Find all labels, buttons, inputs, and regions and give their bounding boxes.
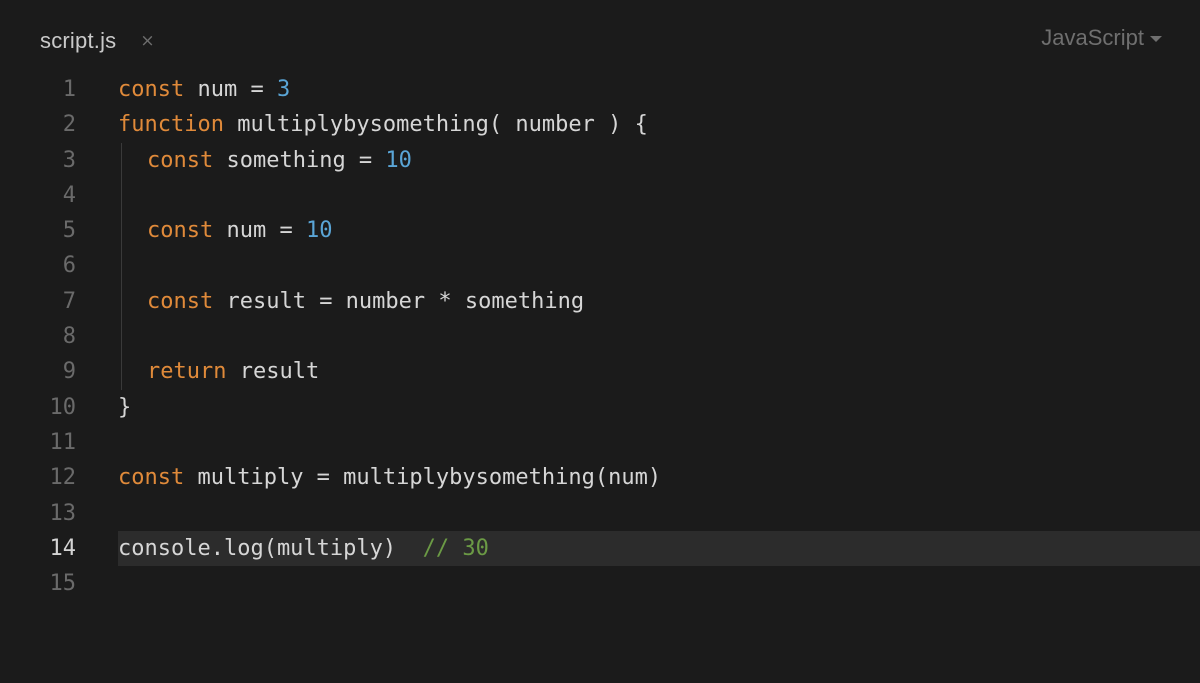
line-number: 8 (62, 324, 76, 350)
code-line[interactable]: 5 const num = 10 (0, 213, 1200, 249)
code-token: multiply = multiplybysomething(num) (184, 465, 662, 491)
code-line[interactable]: 12 const multiply = multiplybysomething(n… (0, 460, 1200, 495)
code-text[interactable] (147, 248, 1200, 283)
code-text[interactable] (118, 566, 1200, 601)
code-token: result (226, 359, 320, 385)
code-text[interactable]: const num = 10 (147, 213, 1200, 248)
code-line[interactable]: 6 (0, 248, 1200, 284)
code-token: 10 (305, 218, 333, 244)
line-number: 11 (49, 429, 77, 455)
code-token: const (147, 218, 214, 244)
code-text[interactable]: } (118, 390, 1200, 425)
code-line[interactable]: 15 (0, 566, 1200, 601)
code-text[interactable] (147, 319, 1200, 354)
close-icon[interactable]: × (140, 32, 154, 50)
code-line[interactable]: 4 (0, 177, 1200, 214)
code-area[interactable]: 1 const num = 3 2 function multiplybysometh… (0, 72, 1200, 632)
code-token: const (147, 288, 214, 314)
code-token: const (118, 465, 185, 491)
code-token: num = (213, 218, 306, 244)
language-selector[interactable]: JavaScript (1041, 22, 1162, 54)
line-number: 5 (62, 218, 76, 244)
code-line[interactable]: 10} (0, 390, 1200, 425)
tab-title: script.js (40, 28, 117, 53)
language-label: JavaScript (1041, 25, 1144, 50)
tab-script-js[interactable]: script.js × (40, 24, 155, 58)
indent-guide (121, 142, 122, 178)
code-line[interactable]: 3 const something = 10 (0, 142, 1200, 178)
line-number: 15 (49, 571, 77, 597)
code-line[interactable]: 13 (0, 496, 1200, 531)
code-line[interactable]: 2 function multiplybysomething( number ) … (0, 107, 1200, 142)
indent-guide (121, 213, 122, 249)
code-token: something = (213, 147, 386, 173)
code-token: 3 (276, 77, 291, 102)
code-token: } (118, 394, 132, 420)
code-text[interactable]: const num = 3 (118, 72, 1200, 107)
code-token: 10 (385, 147, 412, 173)
indent-guide (121, 319, 122, 355)
code-text[interactable]: function multiplybysomething( number ) { (118, 107, 1200, 142)
code-text[interactable]: console.log(multiply) // 30 (118, 530, 1200, 567)
indent-guide (121, 248, 122, 284)
tab-bar: script.js × JavaScript (0, 0, 1200, 78)
line-number: 9 (62, 359, 76, 385)
code-text[interactable] (118, 425, 1200, 460)
code-token: const (147, 147, 214, 173)
indent-guide (121, 354, 122, 390)
line-number: 13 (49, 500, 77, 526)
caret-down-icon (1150, 36, 1162, 42)
line-number: 7 (62, 288, 76, 314)
line-number: 14 (49, 535, 77, 561)
code-text[interactable]: const multiply = multiplybysomething(num… (118, 460, 1200, 495)
code-token: num = (184, 77, 277, 102)
code-token: function (118, 112, 224, 138)
code-line[interactable]: 11 (0, 425, 1200, 460)
code-editor-window: script.js × JavaScript 1 const num = 3 2 fu… (0, 0, 1200, 683)
code-text[interactable]: return result (147, 354, 1200, 389)
line-number: 4 (62, 182, 76, 208)
code-line[interactable]: 1 const num = 3 (0, 72, 1200, 107)
line-number: 6 (62, 253, 76, 279)
code-token: console.log(multiply) (118, 535, 423, 561)
code-line[interactable]: 7 const result = number * something (0, 283, 1200, 320)
line-number: 1 (62, 77, 76, 102)
indent-guide (121, 177, 122, 214)
line-number: 10 (49, 394, 77, 420)
code-token: // 30 (422, 535, 489, 561)
code-line[interactable]: 14 console.log(multiply) // 30 (0, 530, 1200, 567)
code-text[interactable] (118, 496, 1200, 531)
code-token: multiplybysomething( number ) { (223, 112, 648, 138)
line-number: 2 (62, 112, 76, 138)
line-number: 3 (62, 147, 76, 173)
indent-guide (121, 283, 122, 320)
code-text[interactable]: const something = 10 (147, 143, 1200, 178)
code-line[interactable]: 9 return result (0, 354, 1200, 390)
code-token: const (118, 77, 185, 102)
code-text[interactable]: const result = number * something (147, 284, 1200, 319)
code-line[interactable]: 8 (0, 319, 1200, 355)
code-token: result = number * something (213, 288, 585, 314)
code-text[interactable] (147, 178, 1200, 213)
line-number: 12 (49, 465, 77, 491)
code-token: return (147, 359, 227, 385)
